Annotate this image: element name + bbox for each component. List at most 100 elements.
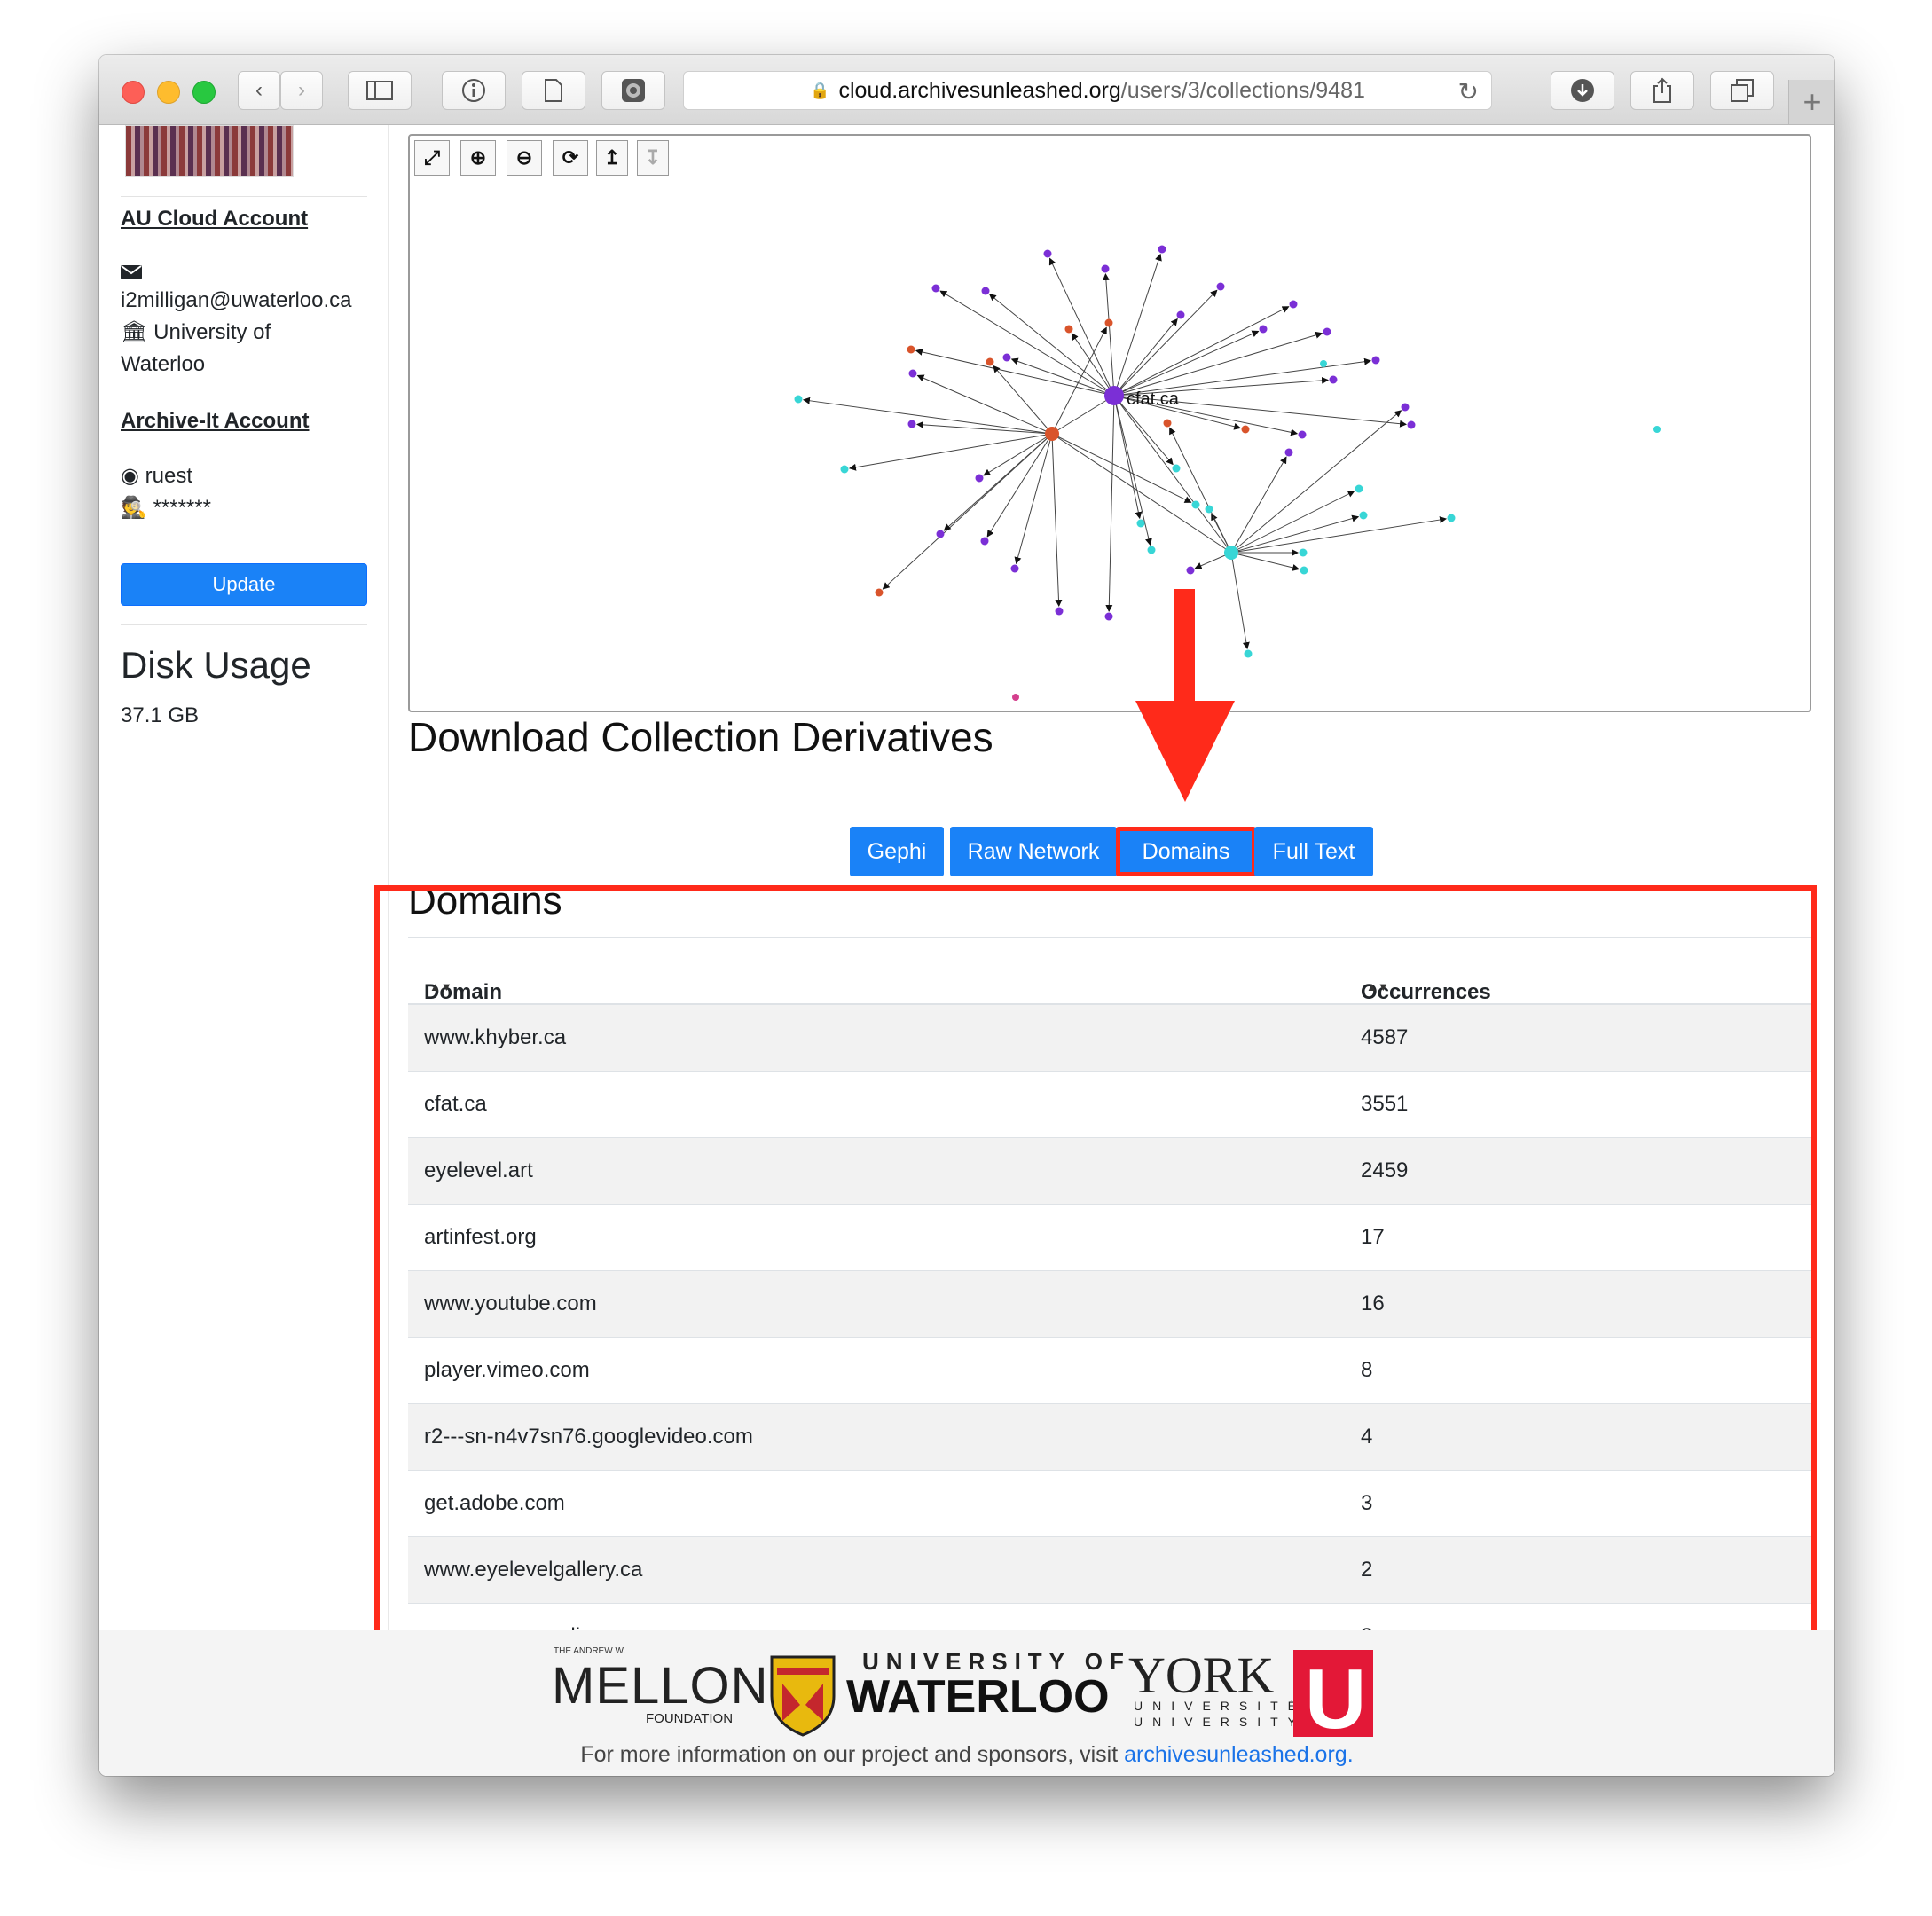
close-window-button[interactable] [122,81,145,104]
graph-node[interactable] [1147,546,1156,554]
expand-icon: ⤢ [424,146,440,169]
graph-edge [1230,516,1448,554]
extension-button[interactable] [601,71,665,110]
level-down-button[interactable]: ↧ [637,140,669,176]
graph-node[interactable] [1012,694,1019,701]
graph-node[interactable] [840,465,849,474]
au-cloud-account-link[interactable]: AU Cloud Account [121,207,308,232]
graph-node[interactable] [1176,310,1185,319]
graph-node[interactable] [1045,427,1059,441]
graph-node[interactable] [1447,514,1456,522]
graph-node[interactable] [1300,566,1308,575]
graph-edge [1169,427,1232,554]
graph-node[interactable] [1216,282,1225,291]
minimize-window-button[interactable] [157,81,180,104]
username: ruest [145,464,192,488]
plus-icon: + [1802,83,1822,120]
graph-node[interactable] [1101,264,1110,273]
graph-node[interactable] [1407,420,1416,429]
graph-edge [986,433,1053,538]
graph-node[interactable] [1299,548,1308,557]
network-graph-canvas[interactable]: cfat.ca [410,136,1811,712]
graph-node[interactable] [1163,419,1172,428]
graph-node[interactable] [1002,353,1011,362]
graph-node[interactable] [907,345,915,354]
forward-button[interactable]: › [280,71,323,110]
graph-node[interactable] [1371,356,1380,365]
address-bar[interactable]: 🔒 cloud.archivesunleashed.org/users/3/co… [683,71,1492,110]
graph-node[interactable] [1289,300,1298,309]
graph-node[interactable] [1104,612,1113,621]
zoom-out-button[interactable]: ⊖ [507,140,542,176]
graph-node[interactable] [1241,425,1250,434]
password-row: 🕵 ******* [121,492,211,524]
graph-node[interactable] [1653,426,1661,433]
graph-edge [1051,433,1063,608]
graph-node[interactable] [936,530,945,538]
graph-node[interactable] [981,287,990,295]
graph-node[interactable] [1284,448,1293,457]
back-button[interactable]: ‹ [238,71,280,110]
network-graph[interactable]: cfat.ca ⤢ ⊕ ⊖ ⟳ ↥ ↧ [408,134,1811,712]
graph-node[interactable] [1259,325,1268,334]
graph-node[interactable] [1010,564,1019,573]
tab-raw-network[interactable]: Raw Network [950,827,1117,876]
zoom-in-button[interactable]: ⊕ [460,140,496,176]
graph-node[interactable] [1104,318,1113,327]
graph-node[interactable] [794,395,803,404]
refresh-button[interactable]: ⟳ [553,140,588,176]
graph-node[interactable] [980,537,989,546]
disk-usage-value: 37.1 GB [121,703,200,727]
level-up-button[interactable]: ↥ [596,140,628,176]
archivesunleashed-link[interactable]: archivesunleashed.org [1124,1742,1347,1767]
svg-text:YORK: YORK [1128,1646,1274,1704]
graph-node[interactable] [1205,505,1213,514]
graph-node[interactable] [1359,511,1368,520]
tabs-overview-button[interactable] [1710,71,1774,110]
graph-node[interactable] [1323,327,1331,336]
new-tab-button[interactable]: + [1788,80,1834,124]
graph-node[interactable] [907,420,916,428]
page-button[interactable] [522,71,585,110]
downloads-button[interactable] [1551,71,1614,110]
update-button[interactable]: Update [121,563,367,606]
graph-edge [988,294,1115,397]
graph-node[interactable] [1329,375,1338,384]
graph-node[interactable] [1186,566,1195,575]
graph-node[interactable] [975,474,984,483]
sidebar-toggle-button[interactable] [348,71,412,110]
graph-node[interactable] [931,284,940,293]
divider [121,196,367,197]
url-host: cloud.archivesunleashed.org [838,77,1121,103]
graph-node[interactable] [1104,386,1124,405]
graph-node[interactable] [1224,546,1238,560]
graph-node[interactable] [1055,607,1064,616]
reload-icon[interactable]: ↻ [1458,77,1479,106]
graph-node[interactable] [1158,245,1166,254]
annotation-arrow [1135,589,1235,802]
graph-node[interactable] [908,369,917,378]
graph-node[interactable] [1298,430,1307,439]
graph-node[interactable] [1191,500,1200,509]
tab-full-text[interactable]: Full Text [1254,827,1373,876]
graph-node[interactable] [1043,249,1052,258]
download-derivatives-title: Download Collection Derivatives [408,714,993,760]
tab-gephi[interactable]: Gephi [850,827,944,876]
graph-node[interactable] [875,588,884,597]
graph-node[interactable] [1172,464,1181,473]
zoom-window-button[interactable] [192,81,216,104]
graph-edge [939,290,1115,397]
archive-it-account-link[interactable]: Archive-It Account [121,409,309,434]
share-button[interactable] [1630,71,1694,110]
password-mask: ******* [153,496,211,520]
tab-domains[interactable]: Domains [1116,827,1256,876]
graph-node[interactable] [986,357,994,366]
graph-node[interactable] [1064,325,1073,334]
graph-node[interactable] [1355,484,1363,493]
fullscreen-button[interactable]: ⤢ [414,140,450,176]
info-button[interactable] [442,71,506,110]
graph-node[interactable] [1136,519,1145,528]
svg-text:UNIVERSITÉ: UNIVERSITÉ [1134,1699,1306,1713]
graph-node[interactable] [1401,403,1410,412]
graph-node[interactable] [1320,360,1327,367]
